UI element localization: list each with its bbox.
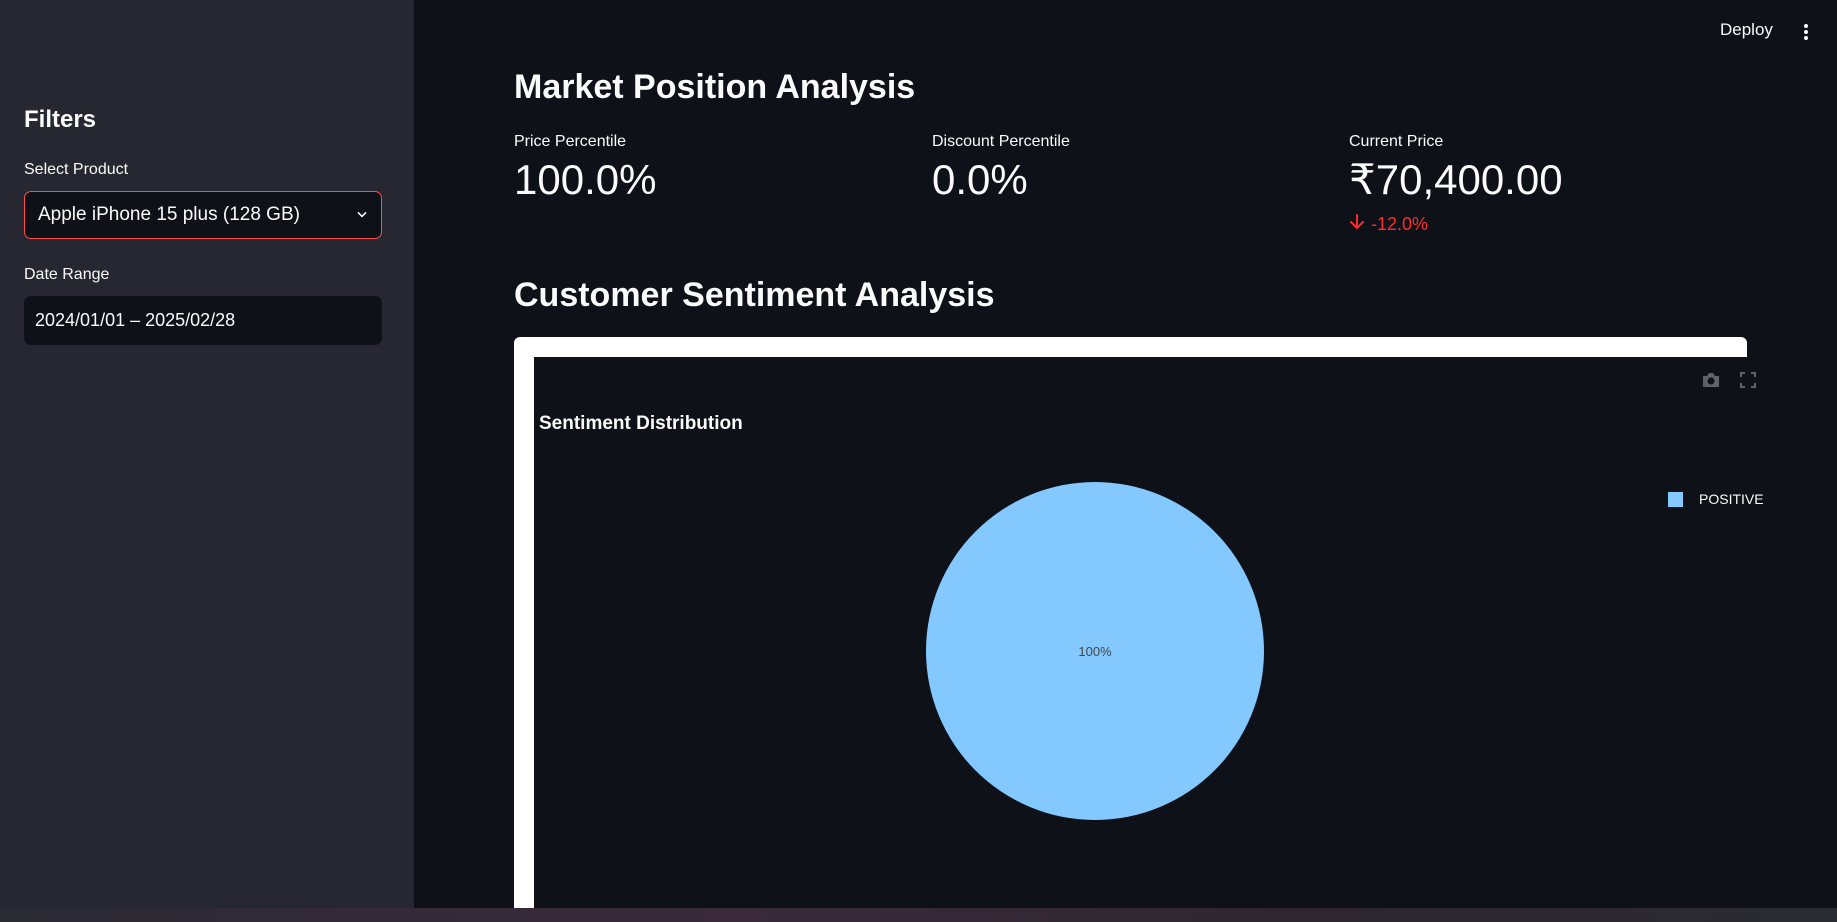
metric-price-percentile: Price Percentile 100.0% <box>514 133 656 201</box>
deploy-button[interactable]: Deploy <box>1720 20 1773 40</box>
arrow-down-icon <box>1349 213 1365 236</box>
pie-slice-label: 100% <box>1078 644 1112 659</box>
metric-label: Price Percentile <box>514 133 627 150</box>
chart-legend[interactable]: POSITIVE <box>1668 491 1764 507</box>
legend-swatch <box>1668 491 1683 507</box>
chart-modebar <box>1701 371 1759 389</box>
sentiment-chart: 100% Sentiment Distribution POSITIVE <box>534 357 1764 908</box>
os-taskbar <box>0 908 1837 922</box>
kebab-menu-icon[interactable] <box>1800 20 1812 44</box>
metric-delta: -12.0% <box>1349 213 1563 236</box>
market-position-title: Market Position Analysis <box>514 68 916 106</box>
camera-icon[interactable] <box>1701 371 1721 389</box>
sidebar-title: Filters <box>24 106 97 133</box>
product-select-value: Apple iPhone 15 plus (128 GB) <box>38 204 300 225</box>
metric-discount-percentile: Discount Percentile 0.0% <box>932 133 1070 201</box>
date-range-label: Date Range <box>24 266 110 283</box>
sentiment-title: Customer Sentiment Analysis <box>514 276 995 314</box>
metric-value: 100.0% <box>514 156 657 203</box>
metric-value: ₹70,400.00 <box>1349 156 1563 203</box>
chevron-down-icon <box>357 210 367 220</box>
product-select[interactable]: Apple iPhone 15 plus (128 GB) <box>24 191 382 239</box>
metric-label: Current Price <box>1349 133 1444 150</box>
metric-label: Discount Percentile <box>932 133 1070 150</box>
legend-label: POSITIVE <box>1699 491 1764 507</box>
chart-title: Sentiment Distribution <box>539 413 743 434</box>
fullscreen-icon[interactable] <box>1739 371 1759 389</box>
metric-value: 0.0% <box>932 156 1028 203</box>
metric-delta-value: -12.0% <box>1371 214 1429 234</box>
date-range-input[interactable]: 2024/01/01 – 2025/02/28 <box>24 296 382 345</box>
chart-frame: 100% Sentiment Distribution POSITIVE <box>514 337 1764 908</box>
date-range-value: 2024/01/01 – 2025/02/28 <box>35 310 236 330</box>
metric-current-price: Current Price ₹70,400.00 -12.0% <box>1349 133 1563 236</box>
product-select-label: Select Product <box>24 161 129 178</box>
sidebar: Filters Select Product Apple iPhone 15 p… <box>0 0 414 908</box>
pie-chart: 100% <box>926 482 1264 820</box>
